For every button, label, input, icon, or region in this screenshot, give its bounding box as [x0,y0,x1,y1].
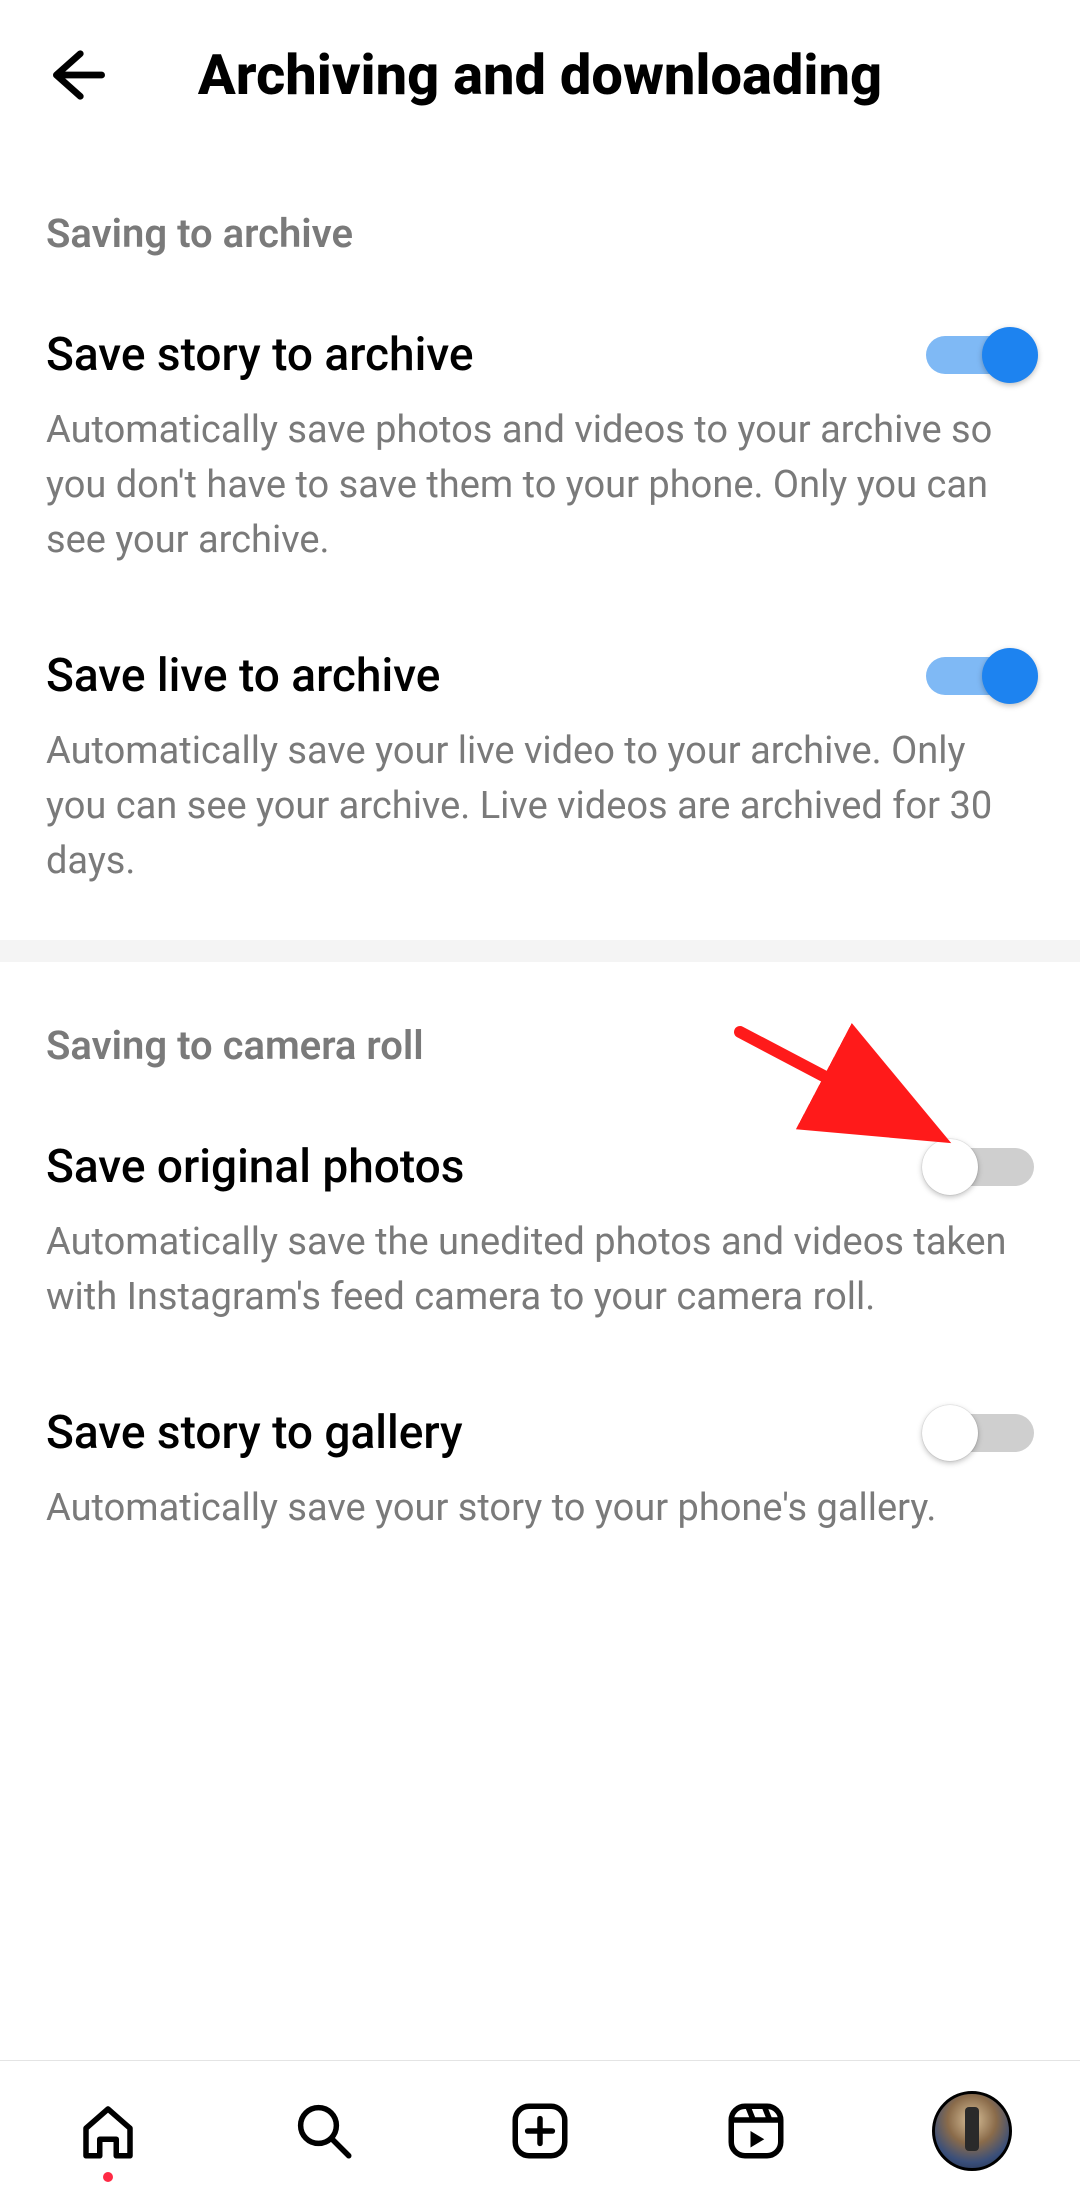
home-icon [75,2098,141,2164]
nav-profile[interactable] [927,2086,1017,2176]
bottom-nav [0,2060,1080,2200]
nav-home-notification-dot [103,2172,113,2182]
nav-home[interactable] [63,2086,153,2176]
profile-avatar-icon [932,2091,1012,2171]
setting-desc: Automatically save photos and videos to … [0,403,1080,618]
reels-icon [723,2098,789,2164]
settings-content: Saving to archive Save story to archive … [0,150,1080,2060]
toggle-save-story-gallery[interactable] [926,1405,1034,1461]
section-header-archive: Saving to archive [0,150,1080,297]
setting-desc: Automatically save your story to your ph… [0,1481,1080,1586]
setting-save-live-archive: Save live to archive [0,618,1080,724]
setting-save-story-gallery: Save story to gallery [0,1375,1080,1481]
page-title: Archiving and downloading [40,42,1040,108]
setting-save-story-archive: Save story to archive [0,297,1080,403]
toggle-save-story-archive[interactable] [926,327,1034,383]
nav-reels[interactable] [711,2086,801,2176]
header-bar: Archiving and downloading [0,0,1080,150]
search-icon [291,2098,357,2164]
nav-search[interactable] [279,2086,369,2176]
section-header-camera-roll: Saving to camera roll [0,962,1080,1109]
setting-desc: Automatically save the unedited photos a… [0,1215,1080,1375]
setting-label: Save story to archive [46,328,474,382]
setting-label: Save live to archive [46,649,440,703]
setting-desc: Automatically save your live video to yo… [0,724,1080,939]
toggle-save-original-photos[interactable] [926,1139,1034,1195]
section-divider [0,940,1080,962]
setting-save-original-photos: Save original photos [0,1109,1080,1215]
setting-label: Save original photos [46,1140,464,1194]
toggle-save-live-archive[interactable] [926,648,1034,704]
setting-label: Save story to gallery [46,1406,463,1460]
nav-create[interactable] [495,2086,585,2176]
plus-square-icon [507,2098,573,2164]
